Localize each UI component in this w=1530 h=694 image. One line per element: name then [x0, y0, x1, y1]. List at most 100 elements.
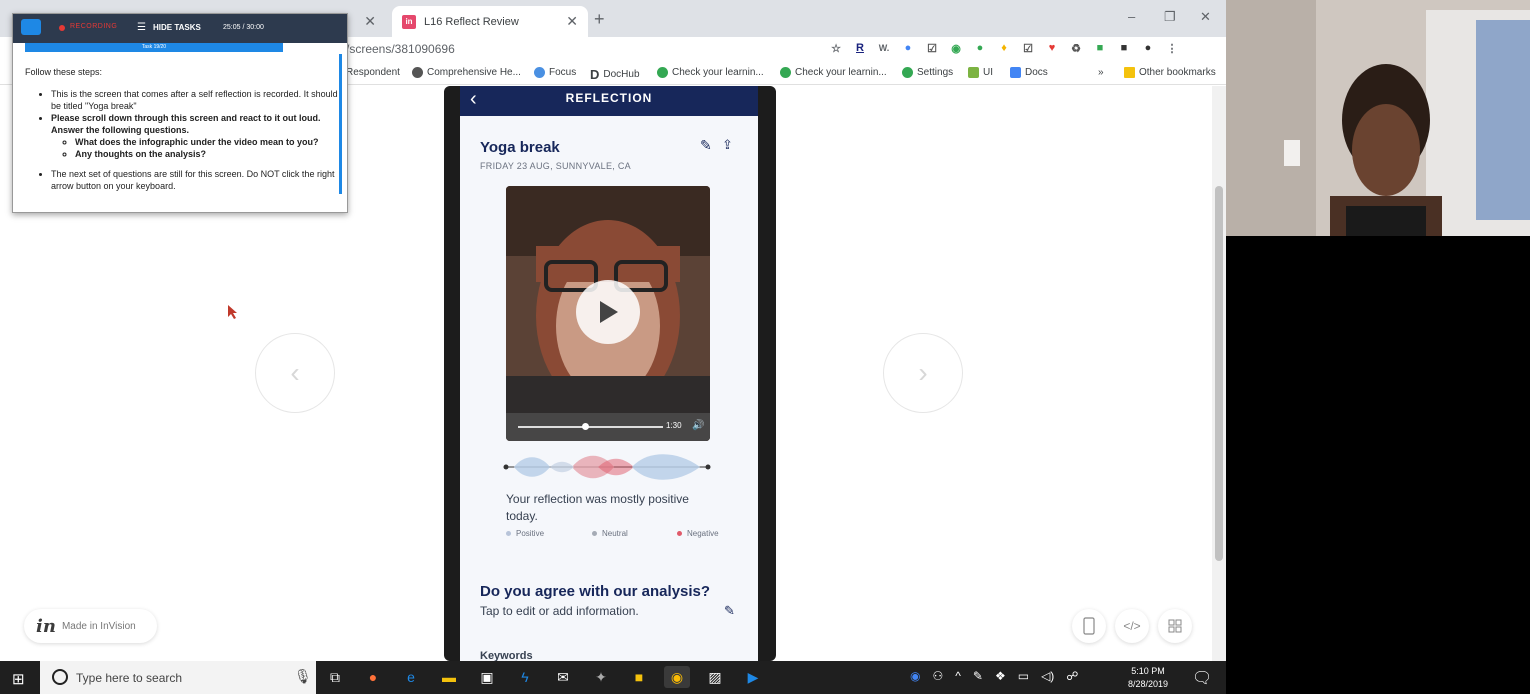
bookmark-check-learning-2[interactable]: Check your learnin... [780, 67, 887, 78]
extension-dark-icon[interactable]: ■ [1116, 40, 1132, 56]
photos-icon[interactable]: ▨ [702, 666, 728, 688]
bookmark-label: Settings [917, 67, 954, 78]
extension-r-icon[interactable]: R [852, 40, 868, 56]
prev-screen-button[interactable]: ‹ [255, 333, 335, 413]
extension-w-icon[interactable]: W. [876, 40, 892, 56]
bookmark-check-learning-1[interactable]: Check your learnin... [657, 67, 764, 78]
close-window-button[interactable]: ✕ [1200, 9, 1211, 25]
extension-icon[interactable]: ● [900, 40, 916, 56]
webcam-feed [1226, 0, 1530, 236]
bookmark-docs[interactable]: Docs [1010, 67, 1048, 78]
pen-icon[interactable]: ✎ [973, 669, 983, 683]
profile-avatar-icon[interactable]: ● [1140, 40, 1156, 56]
extension-yellow-icon[interactable]: ♦ [996, 40, 1012, 56]
new-tab-button[interactable]: + [594, 9, 605, 30]
code-icon: </> [1123, 619, 1141, 633]
app-bolt-icon[interactable]: ϟ [512, 666, 538, 688]
dropbox-icon[interactable]: ❖ [995, 669, 1006, 683]
bookmark-settings[interactable]: Settings [902, 67, 953, 78]
legend-label: Negative [687, 529, 719, 538]
bookmark-label: Check your learnin... [795, 67, 887, 78]
volume-icon[interactable]: ◁) [1041, 669, 1054, 683]
network-icon[interactable]: ☍ [1066, 669, 1078, 683]
play-button[interactable] [576, 280, 640, 344]
chrome-tray-icon[interactable]: ◉ [910, 669, 920, 683]
bookmark-respondent[interactable]: Respondent [346, 67, 400, 78]
bookmark-other[interactable]: Other bookmarks [1124, 67, 1216, 78]
search-placeholder[interactable]: Type here to search [76, 671, 182, 685]
share-icon[interactable]: ⇪ [722, 137, 733, 153]
bookmark-star-icon[interactable]: ☆ [828, 40, 844, 56]
show-hidden-icon[interactable]: ^ [955, 669, 961, 683]
maximize-button[interactable]: ❐ [1164, 9, 1176, 25]
legend-label: Neutral [602, 529, 628, 538]
close-icon[interactable]: ✕ [566, 13, 578, 30]
reflection-title: Yoga break [480, 139, 560, 156]
system-clock[interactable]: 5:10 PM 8/28/2019 [1128, 665, 1168, 691]
device-preview-button[interactable] [1072, 609, 1106, 643]
extension-square-icon[interactable]: ■ [1092, 40, 1108, 56]
video-seek-handle[interactable] [581, 423, 589, 430]
recording-timer: 25:05 / 30:00 [223, 24, 264, 31]
legend-positive: Positive [506, 529, 544, 538]
video-seek-bar[interactable] [518, 426, 663, 428]
task-progress-bar: Task 19/20 [25, 43, 283, 52]
page-scrollbar[interactable] [1212, 86, 1226, 661]
file-explorer-icon[interactable]: ▬ [436, 666, 462, 688]
bookmark-label: Check your learnin... [672, 67, 764, 78]
next-screen-button[interactable]: › [883, 333, 963, 413]
pencil-edit-icon[interactable]: ✎ [700, 137, 712, 154]
menu-dots-icon[interactable]: ⋮ [1164, 40, 1180, 56]
bookmark-dochub[interactable]: D DocHub [590, 67, 640, 82]
scrollbar-thumb[interactable] [1215, 186, 1223, 561]
taskbar-search[interactable]: Type here to search 🎙 [40, 661, 316, 694]
list-icon[interactable]: ☰ [137, 22, 146, 33]
task-view-icon[interactable]: ⧉ [322, 666, 348, 688]
firefox-icon[interactable]: ● [360, 666, 386, 688]
screen-title: REFLECTION [565, 91, 653, 105]
bookmark-ui[interactable]: UI [968, 67, 993, 78]
chrome-icon[interactable]: ◉ [664, 666, 690, 688]
store-icon[interactable]: ▣ [474, 666, 500, 688]
bookmark-comprehensive[interactable]: Comprehensive He... [412, 67, 521, 78]
extension-green-icon[interactable]: ◉ [948, 40, 964, 56]
focus-icon [534, 67, 545, 78]
extension-recycle-icon[interactable]: ♻ [1068, 40, 1084, 56]
bookmark-label: Other bookmarks [1139, 67, 1216, 78]
url-text[interactable]: /screens/381090696 [346, 42, 455, 56]
extension-check-icon[interactable]: ☑ [924, 40, 940, 56]
made-in-invision-badge[interactable]: in Made in InVision [24, 609, 157, 643]
recorder-app-icon[interactable]: ▶ [740, 666, 766, 688]
microphone-icon[interactable]: 🎙 [294, 668, 312, 685]
volume-icon[interactable]: 🔊 [692, 420, 704, 431]
bookmark-focus[interactable]: Focus [534, 67, 576, 78]
inspect-code-button[interactable]: </> [1115, 609, 1149, 643]
bookmark-label: Docs [1025, 67, 1048, 78]
extension-checklist-icon[interactable]: ☑ [1020, 40, 1036, 56]
people-icon[interactable]: ⚇ [932, 669, 943, 683]
battery-icon[interactable]: ▭ [1018, 669, 1029, 683]
screens-grid-button[interactable] [1158, 609, 1192, 643]
analysis-subtitle[interactable]: Tap to edit or add information. [480, 604, 639, 618]
task-step: This is the screen that comes after a se… [51, 88, 341, 112]
windows-start-icon[interactable]: ⊞ [12, 670, 25, 688]
close-icon[interactable]: ✕ [364, 13, 376, 30]
edge-icon[interactable]: e [398, 666, 424, 688]
task-scrollbar[interactable] [339, 54, 342, 194]
video-player[interactable]: 1:30 🔊 [506, 186, 710, 441]
video-controls: 1:30 🔊 [506, 413, 710, 441]
mail-icon[interactable]: ✉ [550, 666, 576, 688]
tab-l16-reflect-review[interactable]: in L16 Reflect Review ✕ [392, 6, 588, 37]
screen-root: ✕ in L16 Reflect Review ✕ + – ❐ ✕ /scree… [0, 0, 1530, 694]
recording-label: RECORDING [70, 23, 118, 30]
sticky-notes-icon[interactable]: ■ [626, 666, 652, 688]
bookmarks-overflow-button[interactable]: » [1098, 67, 1104, 78]
check-icon [657, 67, 668, 78]
extension-dot-icon[interactable]: ● [972, 40, 988, 56]
minimize-button[interactable]: – [1128, 9, 1135, 24]
pencil-edit-icon[interactable]: ✎ [724, 603, 735, 619]
hide-tasks-button[interactable]: HIDE TASKS [153, 23, 201, 32]
app-feather-icon[interactable]: ✦ [588, 666, 614, 688]
notification-center-icon[interactable]: 🗨 [1192, 668, 1212, 688]
extension-heart-icon[interactable]: ♥ [1044, 40, 1060, 56]
